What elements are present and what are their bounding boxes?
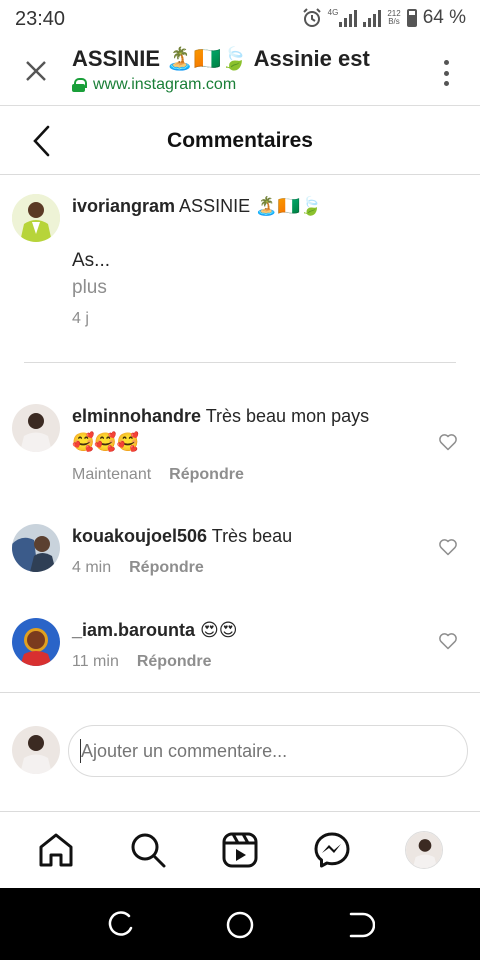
battery-level: 64 % [422, 7, 466, 28]
browser-page-title: ASSINIE 🏝️🇨🇮🍃 Assinie est [72, 46, 370, 71]
comment-item: elminnohandre Très beau mon pays 🥰🥰🥰 Mai… [0, 400, 480, 500]
comment-username[interactable]: kouakoujoel506 [72, 526, 207, 546]
comment-username[interactable]: elminnohandre [72, 406, 201, 426]
network-speed: 212 B/s [387, 9, 401, 26]
comment-text: Très beau [207, 526, 293, 546]
comment-meta: 11 min Répondre [72, 653, 212, 671]
url-text: www.instagram.com [93, 76, 237, 93]
status-bar: 23:40 4G 212 B/s 64 % [0, 0, 480, 38]
caption-more-link[interactable]: plus [72, 277, 107, 299]
comment-time: 4 min [72, 559, 112, 576]
close-icon[interactable] [22, 58, 50, 86]
bottom-nav [0, 813, 480, 888]
reply-button[interactable]: Répondre [137, 653, 212, 671]
reply-button[interactable]: Répondre [169, 466, 244, 484]
comment-username[interactable]: _iam.barounta [72, 620, 195, 640]
avatar[interactable] [12, 524, 60, 572]
comment-input[interactable] [68, 725, 468, 777]
comment-text-line: elminnohandre Très beau mon pays [72, 406, 369, 427]
messenger-icon[interactable] [313, 831, 351, 869]
caption-text: ASSINIE 🏝️🇨🇮🍃 [175, 196, 323, 216]
network-type: 4G [327, 8, 339, 17]
heart-icon[interactable] [438, 631, 458, 651]
avatar[interactable] [12, 404, 60, 452]
signal-icon-2 [363, 9, 382, 27]
comment-text-line: kouakoujoel506 Très beau [72, 526, 292, 547]
comment-composer [0, 692, 480, 812]
caption-body: As... [72, 250, 111, 271]
caption-time: 4 j [72, 310, 89, 327]
comment-meta: Maintenant Répondre [72, 466, 244, 484]
battery-icon [406, 9, 417, 27]
reply-button[interactable]: Répondre [129, 559, 204, 577]
avatar [12, 726, 60, 774]
signal-icon [339, 9, 358, 27]
text-cursor [80, 739, 81, 763]
heart-icon[interactable] [438, 432, 458, 452]
browser-url[interactable]: www.instagram.com [72, 76, 236, 94]
comment-text: 😍😍 [195, 620, 238, 640]
status-icons: 4G 212 B/s 64 % [302, 7, 466, 29]
back-button-icon[interactable] [345, 910, 375, 940]
comment-time: Maintenant [72, 466, 152, 483]
divider [24, 362, 456, 363]
comment-text-line: _iam.barounta 😍😍 [72, 620, 238, 641]
search-icon[interactable] [129, 831, 167, 869]
page-title: Commentaires [167, 129, 313, 152]
comment-item: kouakoujoel506 Très beau 4 min Répondre [0, 520, 480, 600]
comment-text: Très beau mon pays [201, 406, 370, 426]
caption-line: ivoriangram ASSINIE 🏝️🇨🇮🍃 [72, 196, 322, 217]
system-nav-bar [0, 888, 480, 960]
lock-icon [72, 78, 87, 92]
alarm-icon [302, 8, 321, 27]
avatar[interactable] [12, 618, 60, 666]
browser-toolbar: ASSINIE 🏝️🇨🇮🍃 Assinie est www.instagram.… [0, 38, 480, 106]
recents-icon[interactable] [105, 910, 135, 940]
comment-time: 11 min [72, 653, 119, 670]
home-button-icon[interactable] [225, 910, 255, 940]
comment-emoji: 🥰🥰🥰 [72, 432, 140, 452]
profile-avatar[interactable] [405, 831, 443, 869]
avatar[interactable] [12, 194, 60, 242]
comment-item: _iam.barounta 😍😍 11 min Répondre [0, 614, 480, 690]
reels-icon[interactable] [221, 831, 259, 869]
page-header: Commentaires [0, 107, 480, 175]
heart-icon[interactable] [438, 537, 458, 557]
comment-meta: 4 min Répondre [72, 559, 204, 577]
status-time: 23:40 [15, 8, 66, 30]
caption-username[interactable]: ivoriangram [72, 196, 175, 216]
more-vert-icon[interactable] [444, 60, 450, 86]
home-icon[interactable] [37, 831, 75, 869]
